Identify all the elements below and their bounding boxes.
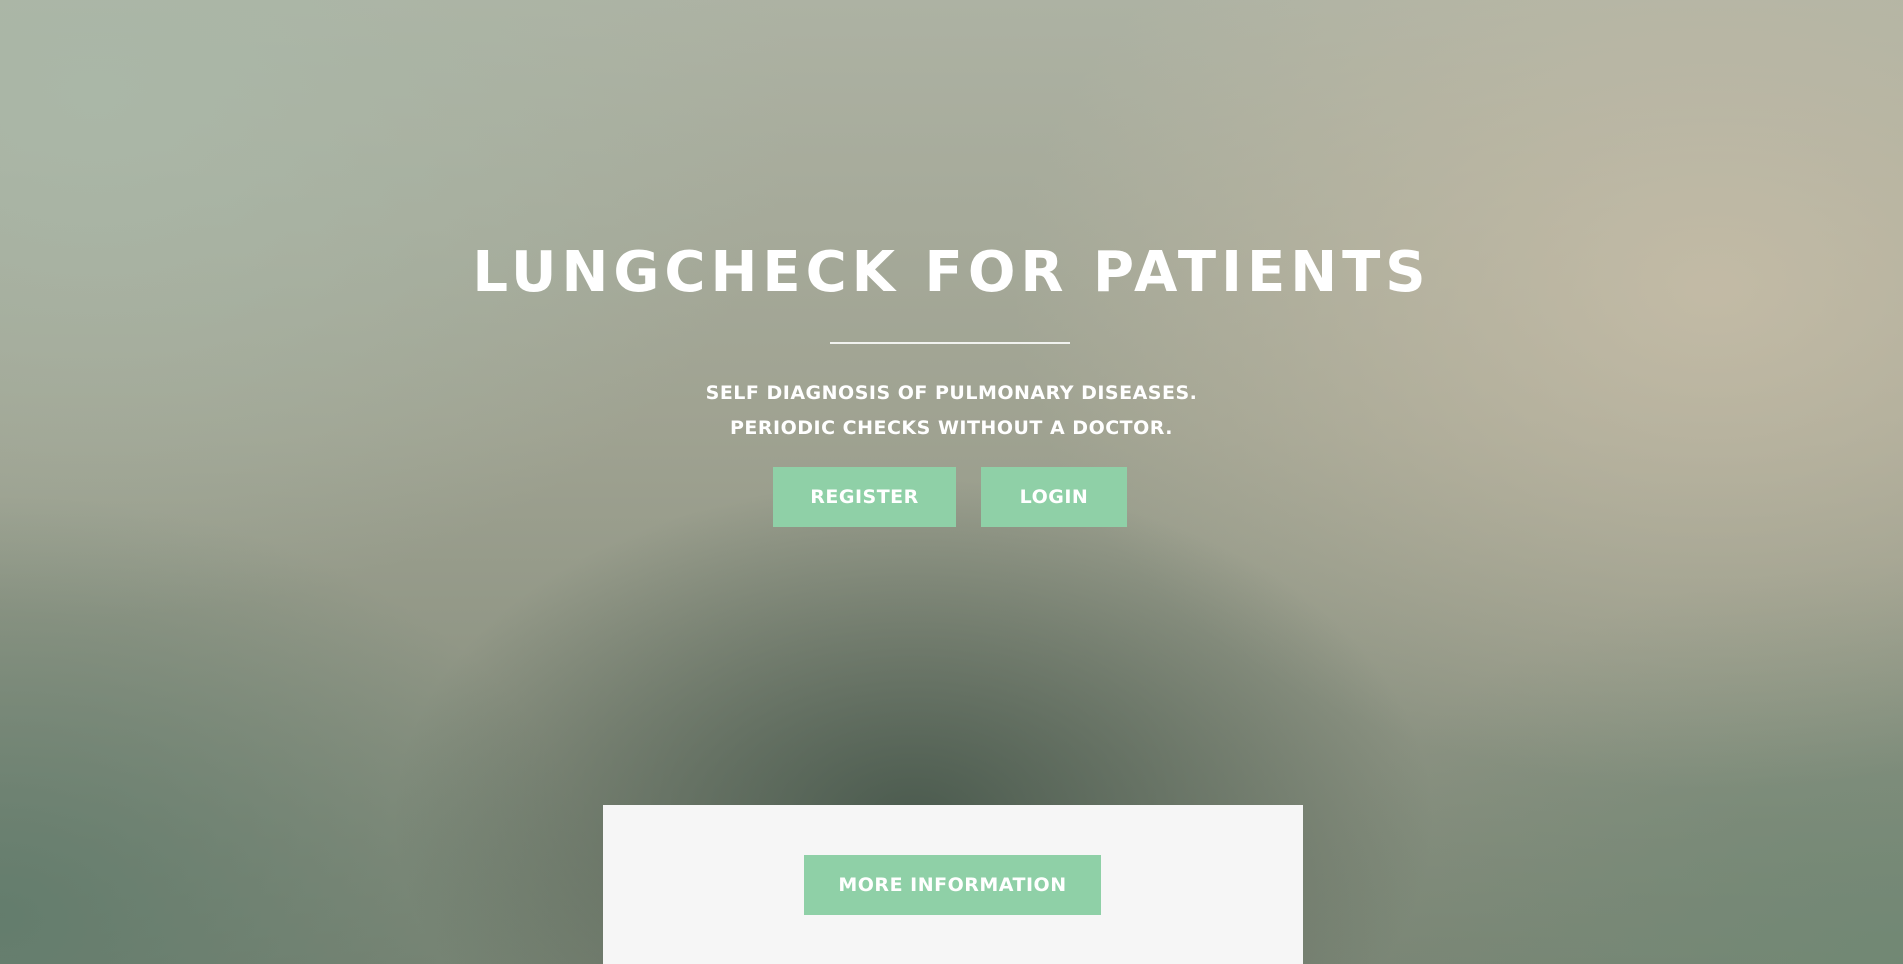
title-divider bbox=[830, 342, 1070, 344]
page-title: LUNGCHECK FOR PATIENTS bbox=[472, 240, 1431, 305]
subtitle-line-1: SELF DIAGNOSIS OF PULMONARY DISEASES. bbox=[705, 382, 1198, 404]
more-information-button[interactable]: MORE INFORMATION bbox=[804, 855, 1101, 915]
info-panel: MORE INFORMATION bbox=[603, 805, 1303, 964]
subtitle-line-2: PERIODIC CHECKS WITHOUT A DOCTOR. bbox=[730, 417, 1173, 439]
register-button[interactable]: REGISTER bbox=[773, 467, 956, 527]
login-button[interactable]: LOGIN bbox=[981, 467, 1127, 527]
hero-subtitle: SELF DIAGNOSIS OF PULMONARY DISEASES. PE… bbox=[0, 376, 1903, 446]
